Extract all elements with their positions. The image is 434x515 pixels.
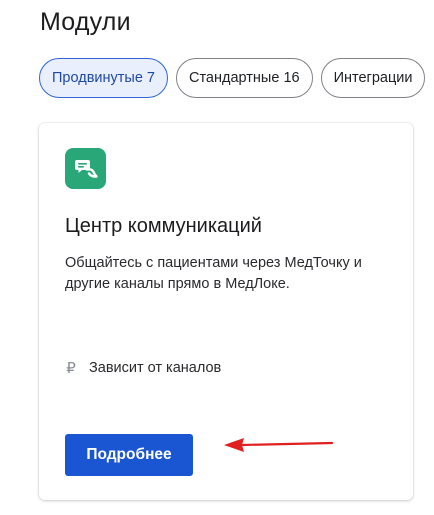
- tab-advanced[interactable]: Продвинутые 7: [39, 58, 168, 98]
- module-tabs: Продвинутые 7 Стандартные 16 Интеграции: [39, 58, 426, 98]
- annotation-arrow: [224, 438, 334, 452]
- module-title: Центр коммуникаций: [65, 215, 262, 237]
- modules-page: Модули Продвинутые 7 Стандартные 16 Инте…: [0, 0, 434, 515]
- price-text: Зависит от каналов: [89, 360, 222, 376]
- tab-standard[interactable]: Стандартные 16: [175, 58, 313, 98]
- module-description: Общайтесь с пациентами через МедТочку и …: [65, 255, 362, 292]
- details-button[interactable]: Подробнее: [65, 434, 193, 476]
- page-title: Модули: [40, 8, 131, 36]
- tab-integrations[interactable]: Интеграции: [320, 58, 426, 98]
- price-row: ₽ Зависит от каналов: [65, 359, 221, 377]
- ruble-icon: ₽: [66, 360, 76, 377]
- chat-bubbles-icon: [65, 148, 106, 189]
